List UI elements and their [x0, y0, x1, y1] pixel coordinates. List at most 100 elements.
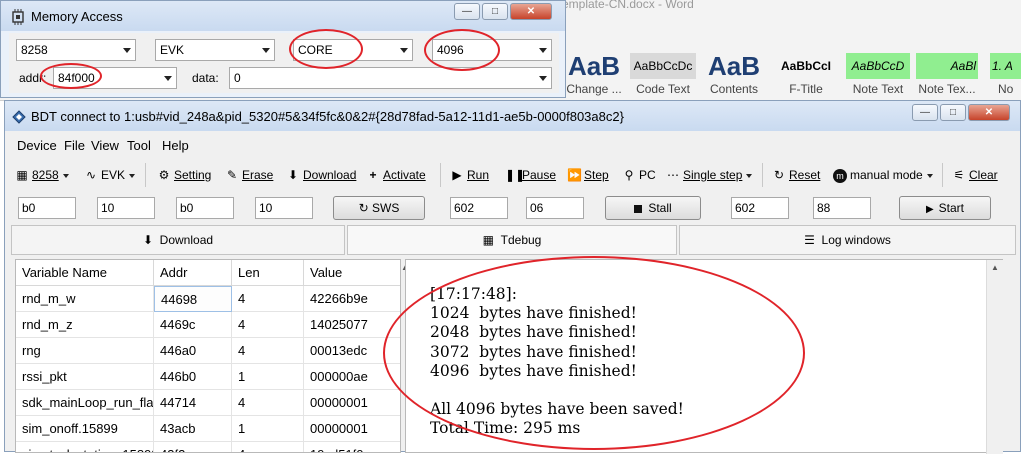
- minimize-button[interactable]: —: [454, 3, 480, 20]
- refresh-icon: ↻: [773, 168, 785, 182]
- maximize-button[interactable]: □: [940, 104, 966, 121]
- activate-button[interactable]: + Activate: [366, 167, 425, 185]
- table-row[interactable]: rnd_m_w 44698 4 42266b9e: [16, 286, 400, 312]
- addr-input[interactable]: 84f000: [53, 67, 177, 89]
- sws-button[interactable]: ↻ SWS: [333, 196, 425, 220]
- chip-icon: [12, 9, 24, 25]
- stall-button[interactable]: Stall: [605, 196, 701, 220]
- board-dropdown-label: EVK: [101, 168, 126, 182]
- column-header-variable-name[interactable]: Variable Name: [16, 260, 154, 286]
- column-header-len[interactable]: Len: [232, 260, 304, 286]
- field-1[interactable]: b0: [18, 197, 76, 219]
- cell-len: 4: [232, 390, 304, 416]
- download-button[interactable]: ⬇ Download: [286, 167, 356, 185]
- cell-value: 00000001: [304, 390, 400, 416]
- erase-button[interactable]: ✎ Erase: [225, 167, 273, 185]
- word-style-note-text-2[interactable]: AaBl Note Tex...: [916, 50, 978, 100]
- single-step-dropdown[interactable]: ⋯ Single step: [666, 167, 753, 185]
- word-style-note-text[interactable]: AaBbCcD Note Text: [846, 50, 910, 100]
- download-icon: ⬇: [142, 233, 153, 247]
- tab-download[interactable]: ⬇ Download: [11, 225, 345, 255]
- cell-value: 19cd51f0: [304, 442, 400, 452]
- table-row[interactable]: rng 446a0 4 00013edc: [16, 338, 400, 364]
- word-style-contents[interactable]: AaB Contents: [700, 50, 768, 100]
- memory-access-title: Memory Access: [31, 9, 123, 24]
- toolbar-separator: [145, 163, 146, 187]
- step-button[interactable]: ⏩ Step: [567, 167, 609, 185]
- setting-button[interactable]: ⚙ Setting: [157, 167, 212, 185]
- manual-mode-dropdown[interactable]: m manual mode: [833, 167, 933, 185]
- table-row[interactable]: sim_onoff.15899 43acb 1 00000001: [16, 416, 400, 442]
- field-2[interactable]: 10: [97, 197, 155, 219]
- style-preview: AaBbCcD: [846, 53, 910, 79]
- scroll-up-icon[interactable]: ▲: [987, 263, 1003, 272]
- start-button[interactable]: ▶ Start: [899, 196, 991, 220]
- tab-tdebug[interactable]: ▦ Tdebug: [347, 225, 677, 255]
- table-row[interactable]: rnd_m_z 4469c 4 14025077: [16, 312, 400, 338]
- menu-tool[interactable]: Tool: [127, 138, 151, 153]
- data-input[interactable]: 0: [229, 67, 552, 89]
- word-style-code-text[interactable]: AaBbCcDc Code Text: [630, 50, 696, 100]
- addr-label: addr:: [19, 71, 47, 85]
- style-name: Code Text: [636, 82, 690, 96]
- toolbar-separator: [942, 163, 943, 187]
- menu-file[interactable]: File: [64, 138, 85, 153]
- cell-value: 00000001: [304, 416, 400, 442]
- chip-dropdown[interactable]: ▦ 8258: [15, 167, 69, 185]
- column-header-addr[interactable]: Addr: [154, 260, 232, 286]
- field-4[interactable]: 10: [255, 197, 313, 219]
- maximize-button[interactable]: □: [482, 3, 508, 20]
- table-row[interactable]: sdk_mainLoop_run_flag 44714 4 00000001: [16, 390, 400, 416]
- board-select[interactable]: EVK: [155, 39, 275, 61]
- cell-len: 4: [232, 286, 304, 312]
- chevron-down-icon: [129, 173, 136, 178]
- close-button[interactable]: ✕: [968, 104, 1010, 121]
- tab-log-windows[interactable]: ☰ Log windows: [679, 225, 1016, 255]
- close-button[interactable]: ✕: [510, 3, 552, 20]
- pc-label: PC: [639, 168, 656, 182]
- bdt-titlebar[interactable]: BDT connect to 1:usb#vid_248a&pid_5320#5…: [5, 101, 1020, 131]
- log-text: [17:17:48]: 1024 bytes have finished! 2048…: [430, 285, 684, 438]
- menu-help[interactable]: Help: [162, 138, 189, 153]
- column-header-value[interactable]: Value: [304, 260, 400, 286]
- chevron-down-icon: [746, 173, 753, 178]
- field-7[interactable]: 602: [731, 197, 789, 219]
- pause-icon: ❚❚: [505, 168, 526, 182]
- sws-label: SWS: [372, 201, 400, 215]
- reset-button[interactable]: ↻ Reset: [772, 167, 820, 185]
- minimize-button[interactable]: —: [912, 104, 938, 121]
- download-icon: ⬇: [287, 168, 299, 182]
- size-select[interactable]: 4096: [432, 39, 552, 61]
- log-scrollbar[interactable]: ▲: [986, 260, 1003, 454]
- field-3[interactable]: b0: [176, 197, 234, 219]
- field-5[interactable]: 602: [450, 197, 508, 219]
- word-style-no-spacing[interactable]: 1. A No: [990, 50, 1021, 100]
- chevron-down-icon: [400, 48, 408, 53]
- table-row[interactable]: sim_tx_last_time.15898 43f2c 4 19cd51f0: [16, 442, 400, 452]
- variable-table: Variable Name Addr Len Value rnd_m_w 446…: [15, 259, 401, 453]
- stall-label: Stall: [648, 201, 672, 215]
- field-6[interactable]: 06: [526, 197, 584, 219]
- menu-device[interactable]: Device: [17, 138, 57, 153]
- pause-button[interactable]: ❚❚Pause: [505, 167, 556, 185]
- word-style-f-title[interactable]: AaBbCcI F-Title: [772, 50, 840, 100]
- run-button[interactable]: ▶ Run: [450, 167, 489, 185]
- size-select-value: 4096: [437, 43, 464, 57]
- clear-button[interactable]: ⚟ Clear: [952, 167, 998, 185]
- log-output[interactable]: [17:17:48]: 1024 bytes have finished! 2048…: [405, 259, 1003, 454]
- field-8[interactable]: 88: [813, 197, 871, 219]
- search-icon: ⚲: [624, 168, 634, 182]
- pc-button[interactable]: ⚲ PC: [622, 167, 656, 185]
- table-row[interactable]: rssi_pkt 446b0 1 000000ae: [16, 364, 400, 390]
- region-select[interactable]: CORE: [293, 39, 413, 61]
- cell-addr: 43acb: [154, 416, 232, 442]
- memory-access-titlebar[interactable]: Memory Access — □ ✕: [1, 1, 565, 31]
- memory-access-dialog: Memory Access — □ ✕ 8258 EVK CORE 4096 a…: [0, 0, 566, 98]
- cell-len: 1: [232, 364, 304, 390]
- menu-view[interactable]: View: [91, 138, 119, 153]
- style-preview: AaBbCcI: [780, 59, 831, 73]
- chip-select[interactable]: 8258: [16, 39, 136, 61]
- board-dropdown[interactable]: ∿ EVK: [84, 167, 136, 185]
- word-style-change[interactable]: AaB Change ...: [561, 50, 627, 100]
